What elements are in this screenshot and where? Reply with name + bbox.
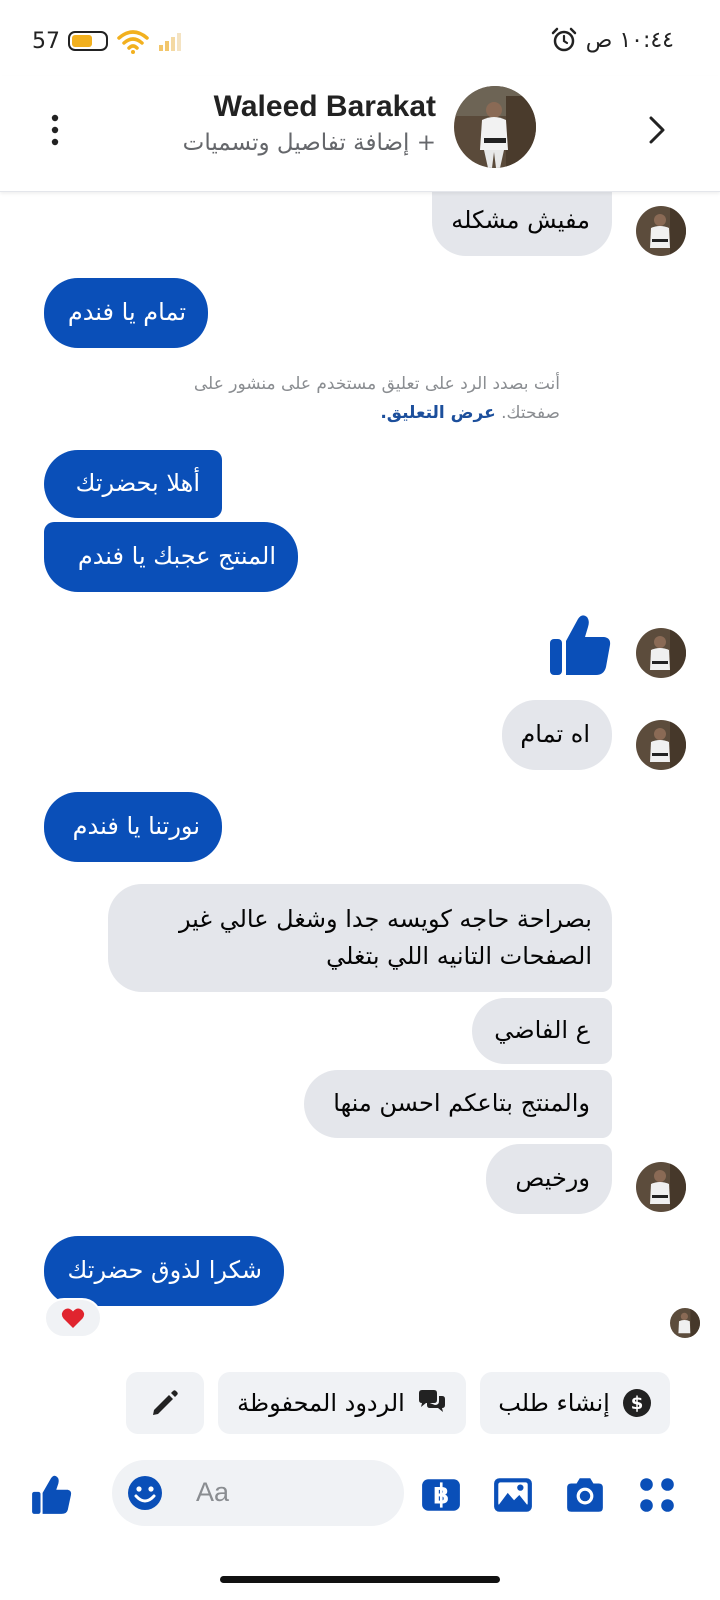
message-composer: B [0, 1460, 720, 1530]
chat-bubbles-icon [418, 1390, 445, 1412]
battery-icon [68, 31, 108, 51]
sender-avatar [636, 1162, 686, 1212]
conversation-header: Waleed Barakat + إضافة تفاصيل وتسميات [0, 76, 720, 192]
contact-avatar[interactable] [454, 86, 536, 168]
message-bubble-incoming[interactable]: اه تمام [502, 700, 612, 770]
message-bubble-outgoing[interactable]: شكرا لذوق حضرتك [44, 1236, 284, 1306]
quick-actions-bar: $ إنشاء طلب الردود المحفوظة [0, 1372, 720, 1440]
wifi-icon [117, 30, 149, 54]
camera-icon[interactable] [564, 1474, 606, 1516]
heart-icon [61, 1308, 85, 1328]
more-icon[interactable] [40, 110, 70, 150]
message-bubble-incoming[interactable]: بصراحة حاجه كويسه جدا وشغل عالي غير الصف… [108, 884, 612, 992]
notice-text: أنت بصدد الرد على تعليق مستخدم على منشور… [193, 374, 560, 423]
back-icon[interactable] [642, 110, 672, 150]
add-details-link[interactable]: + إضافة تفاصيل وتسميات [183, 130, 436, 156]
message-bubble-incoming[interactable]: والمنتج بتاعكم احسن منها [304, 1070, 612, 1138]
signal-icon [159, 33, 181, 51]
message-list[interactable]: مفيش مشكله تمام يا فندم أنت بصدد الرد عل… [0, 188, 720, 1372]
sender-avatar [636, 628, 686, 678]
message-bubble-outgoing[interactable]: تمام يا فندم [44, 278, 208, 348]
like-sticker-icon[interactable] [548, 612, 612, 678]
contact-info[interactable]: Waleed Barakat + إضافة تفاصيل وتسميات [183, 90, 436, 156]
gallery-icon[interactable] [492, 1474, 534, 1516]
apps-icon[interactable] [636, 1474, 678, 1516]
svg-text:$: $ [631, 1393, 644, 1414]
seen-receipt-avatar [670, 1308, 700, 1338]
battery-percent: 57 [32, 28, 60, 54]
message-input-container[interactable] [112, 1460, 404, 1526]
clock: ١٠:٤٤ ص [585, 27, 674, 53]
pay-icon[interactable]: B [420, 1474, 462, 1516]
saved-replies-label: الردود المحفوظة [237, 1389, 405, 1417]
contact-name: Waleed Barakat [213, 90, 436, 123]
like-icon[interactable] [30, 1474, 72, 1516]
emoji-icon[interactable] [126, 1474, 164, 1512]
edit-button[interactable] [126, 1372, 204, 1434]
create-order-button[interactable]: $ إنشاء طلب [480, 1372, 670, 1434]
message-bubble-incoming[interactable]: مفيش مشكله [432, 188, 612, 256]
heart-reaction[interactable] [44, 1298, 102, 1338]
message-input[interactable] [196, 1472, 386, 1512]
create-order-label: إنشاء طلب [498, 1389, 610, 1417]
home-indicator[interactable] [220, 1576, 500, 1583]
message-bubble-incoming[interactable]: ع الفاضي [472, 998, 612, 1064]
sender-avatar [636, 206, 686, 256]
message-bubble-incoming[interactable]: ورخيص [486, 1144, 612, 1214]
sender-avatar [636, 720, 686, 770]
comment-reply-notice: أنت بصدد الرد على تعليق مستخدم على منشور… [160, 370, 560, 428]
saved-replies-button[interactable]: الردود المحفوظة [218, 1372, 466, 1434]
message-bubble-outgoing[interactable]: المنتج عجبك يا فندم [44, 522, 298, 592]
pencil-icon [153, 1390, 178, 1415]
view-comment-link[interactable]: عرض التعليق. [380, 403, 495, 423]
message-bubble-outgoing[interactable]: نورتنا يا فندم [44, 792, 222, 862]
alarm-icon [551, 27, 576, 52]
status-bar: 57 ١٠:٤٤ ص [0, 0, 720, 76]
dollar-icon: $ [622, 1389, 651, 1417]
message-bubble-outgoing[interactable]: أهلا بحضرتك [44, 450, 222, 518]
